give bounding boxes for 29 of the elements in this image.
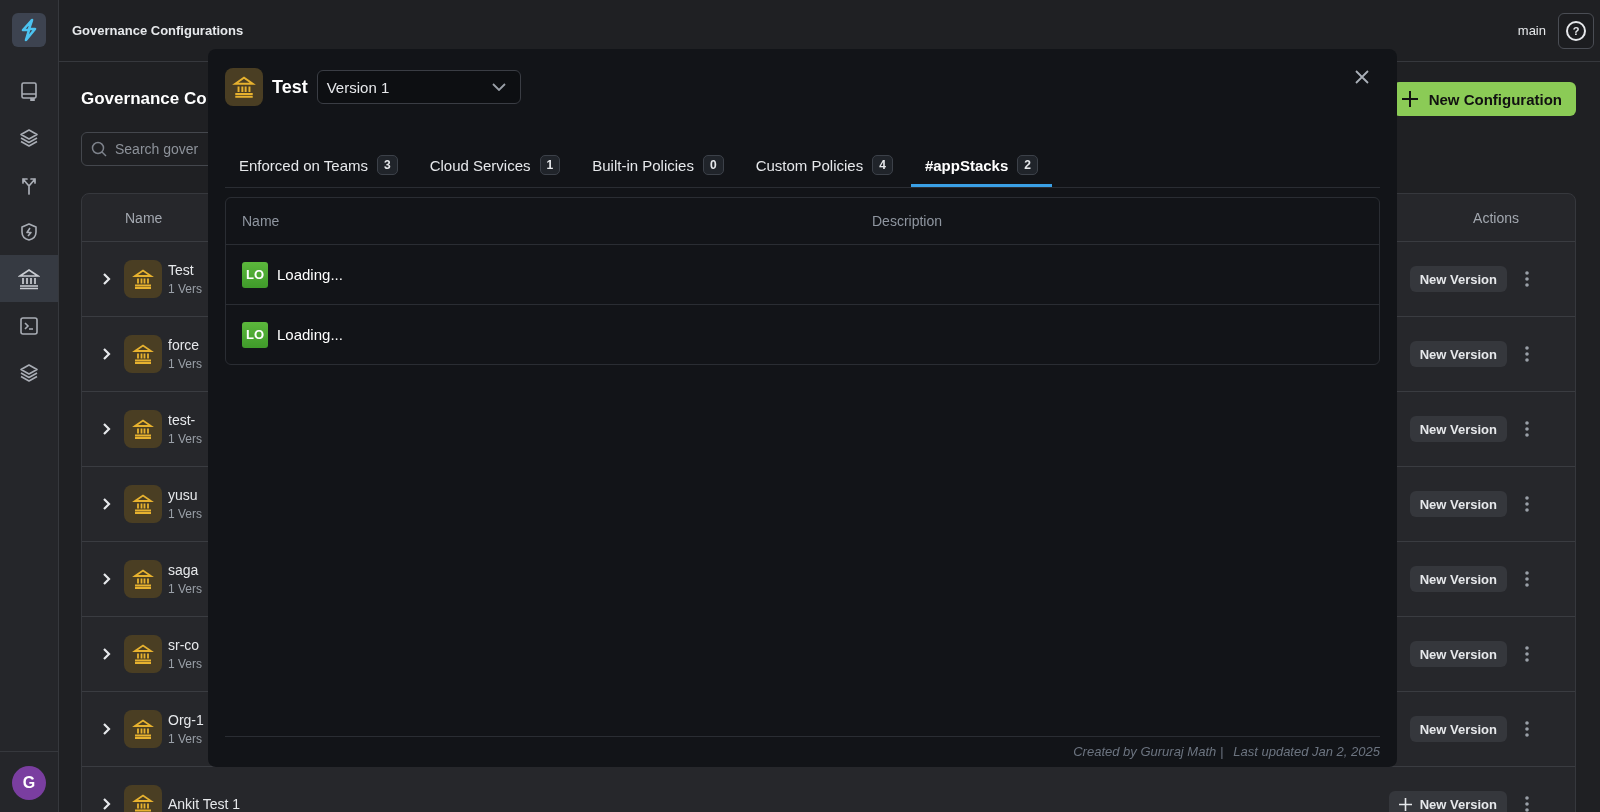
column-header: Name xyxy=(125,209,163,226)
initials-badge: LO xyxy=(242,321,268,348)
configuration-name: saga xyxy=(168,562,200,578)
branch-label: main xyxy=(1517,23,1546,38)
dialog-title: Test xyxy=(272,76,308,98)
configuration-name: test- xyxy=(168,412,197,428)
page-heading: Governance Co xyxy=(81,89,207,109)
version-count: 1 Vers xyxy=(168,582,203,596)
configuration-name: Ankit Test 1 xyxy=(168,796,241,812)
configuration-name: yusu xyxy=(168,487,199,503)
initials-badge: LO xyxy=(242,261,268,288)
version-count: 1 Vers xyxy=(168,282,203,296)
stack-name: Loading... xyxy=(277,326,343,343)
last-updated-text: Last updated Jan 2, 2025 xyxy=(1233,743,1380,759)
version-count: 1 Vers xyxy=(168,357,203,371)
created-by-text: Created by Gururaj Math | xyxy=(1073,743,1224,759)
version-count: 1 Vers xyxy=(168,657,203,671)
column-header: Description xyxy=(872,213,943,229)
version-count: 1 Vers xyxy=(168,507,203,521)
configuration-name: sr-co xyxy=(168,637,201,653)
version-count: 1 Vers xyxy=(168,732,204,746)
stack-name: Loading... xyxy=(277,266,343,283)
configuration-name: Org-1 xyxy=(168,712,204,728)
column-header: Actions xyxy=(1473,209,1519,226)
configuration-name: force xyxy=(168,337,201,353)
version-count: 1 Vers xyxy=(168,432,203,446)
column-header: Name xyxy=(242,213,281,229)
page-title: Governance Configurations xyxy=(72,23,244,38)
configuration-name: Test xyxy=(168,262,195,278)
